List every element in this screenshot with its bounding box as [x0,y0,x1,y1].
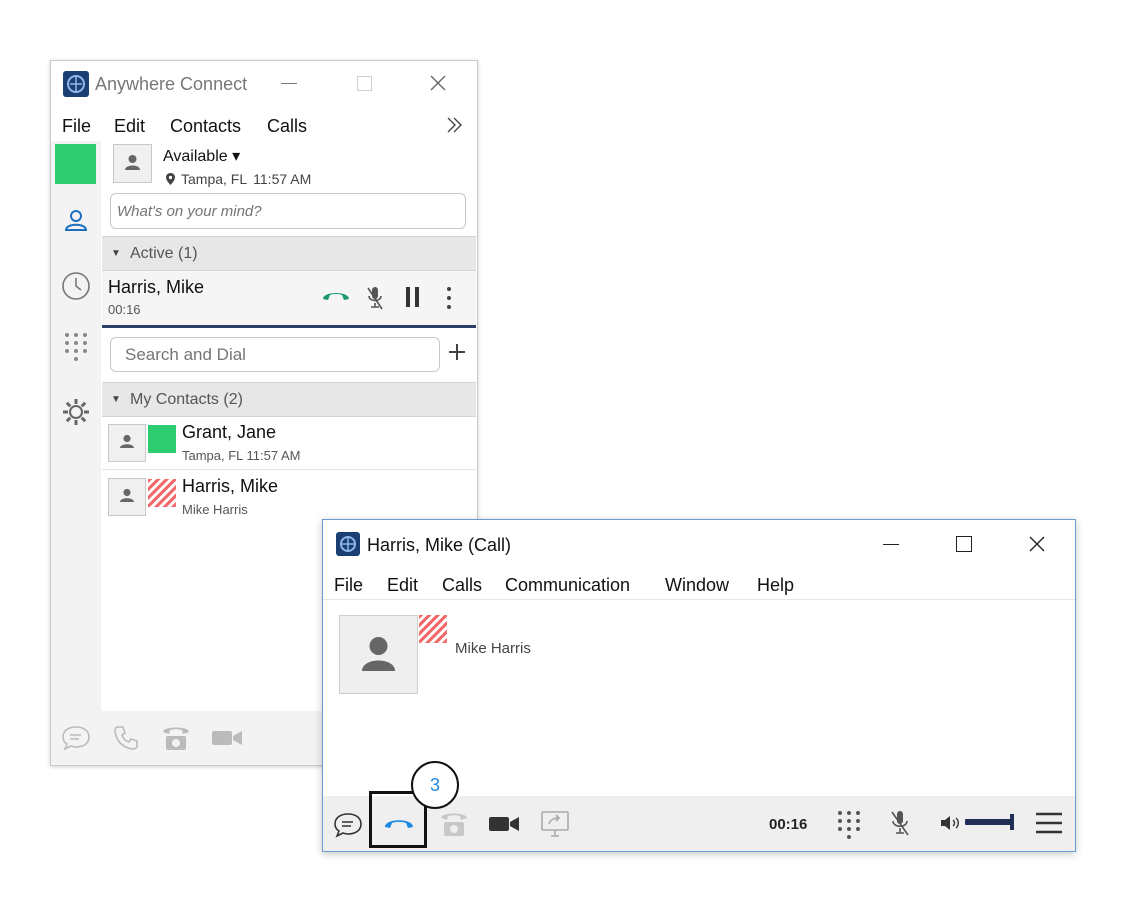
video-camera-icon[interactable] [488,815,520,833]
desk-phone-icon[interactable] [161,724,191,752]
add-plus-icon[interactable] [448,343,466,361]
window-title: Anywhere Connect [95,74,248,94]
settings-gear-icon[interactable] [61,397,91,427]
minimize-button[interactable] [281,83,297,84]
menu-window[interactable]: Window [665,575,729,596]
collapse-triangle-icon: ▼ [111,394,121,405]
step-callout-badge: 3 [411,761,459,809]
close-button[interactable] [429,74,447,92]
screen-share-icon[interactable] [541,811,569,837]
menu-edit[interactable]: Edit [114,116,145,137]
video-camera-icon[interactable] [211,729,243,747]
menu-file[interactable]: File [62,116,91,137]
dialpad-icon[interactable] [63,331,89,363]
presence-status-dropdown[interactable]: Available ▾ [163,146,240,166]
my-avatar[interactable] [113,144,152,183]
contact-row[interactable]: Harris, Mike Mike Harris [102,470,476,522]
chat-bubble-icon[interactable] [61,725,91,751]
contact-subtitle: Tampa, FL 11:57 AM [182,448,301,463]
active-call-name: Harris, Mike [108,277,205,297]
more-options-vertical-icon[interactable] [446,286,452,310]
speaker-volume-icon[interactable] [940,815,962,831]
presence-busy-swatch [148,479,176,507]
contact-large-avatar [339,615,418,694]
contact-name: Grant, Jane [182,422,277,442]
maximize-button[interactable] [956,536,972,552]
volume-slider-track[interactable] [965,819,1013,825]
app-logo-icon [63,71,89,97]
mute-microphone-icon[interactable] [890,809,910,837]
maximize-button[interactable] [357,76,372,91]
menu-divider [323,599,1075,600]
location-pin-icon [166,173,175,185]
menu-calls[interactable]: Calls [442,575,482,596]
contact-subtitle: Mike Harris [182,502,248,517]
menu-contacts[interactable]: Contacts [170,116,241,137]
call-timer: 00:16 [769,816,808,833]
minimize-button[interactable] [883,544,899,545]
active-section-header[interactable]: ▼ Active (1) [102,236,476,271]
desk-phone-icon[interactable] [439,810,469,838]
menu-edit[interactable]: Edit [387,575,418,596]
mute-microphone-icon[interactable] [366,285,384,311]
close-button[interactable] [1028,535,1046,553]
presence-busy-swatch [419,615,447,643]
presence-time: 11:57 AM [253,171,312,187]
menu-communication[interactable]: Communication [505,575,630,596]
contact-avatar [108,424,146,462]
call-contact-name: Mike Harris [455,640,531,657]
contact-row[interactable]: Grant, Jane Tampa, FL 11:57 AM [102,417,476,470]
presence-location: Tampa, FL [181,171,248,187]
presence-available-swatch [148,425,176,453]
collapse-triangle-icon: ▼ [111,248,121,259]
contact-name: Harris, Mike [182,476,279,496]
menu-calls[interactable]: Calls [267,116,307,137]
presence-status-swatch[interactable] [55,144,96,184]
active-section-label: Active (1) [130,245,198,262]
phone-call-icon[interactable] [113,725,139,751]
presence-location-row: Tampa, FL 11:57 AM [166,171,311,187]
my-contacts-section-header[interactable]: ▼ My Contacts (2) [102,382,476,417]
contact-avatar [108,478,146,516]
hangup-phone-icon[interactable] [321,288,351,302]
hamburger-menu-icon[interactable] [1036,812,1062,834]
history-clock-icon[interactable] [61,271,91,301]
chat-bubble-icon[interactable] [333,812,363,838]
active-call-duration: 00:16 [108,302,141,317]
search-and-dial-input[interactable] [110,337,440,372]
active-call-row[interactable]: Harris, Mike 00:16 [102,271,476,328]
double-chevron-right-icon[interactable] [445,116,463,134]
whats-on-your-mind-input[interactable] [110,193,466,229]
menu-file[interactable]: File [334,575,363,596]
my-contacts-section-label: My Contacts (2) [130,391,243,408]
menu-help[interactable]: Help [757,575,794,596]
contacts-icon[interactable] [63,207,89,233]
left-navigation-rail [51,141,102,711]
call-window-title: Harris, Mike (Call) [367,535,511,555]
hold-pause-icon[interactable] [405,287,421,307]
dialpad-icon[interactable] [837,810,861,840]
app-logo-icon [336,532,360,556]
volume-slider-handle[interactable] [1010,814,1014,830]
